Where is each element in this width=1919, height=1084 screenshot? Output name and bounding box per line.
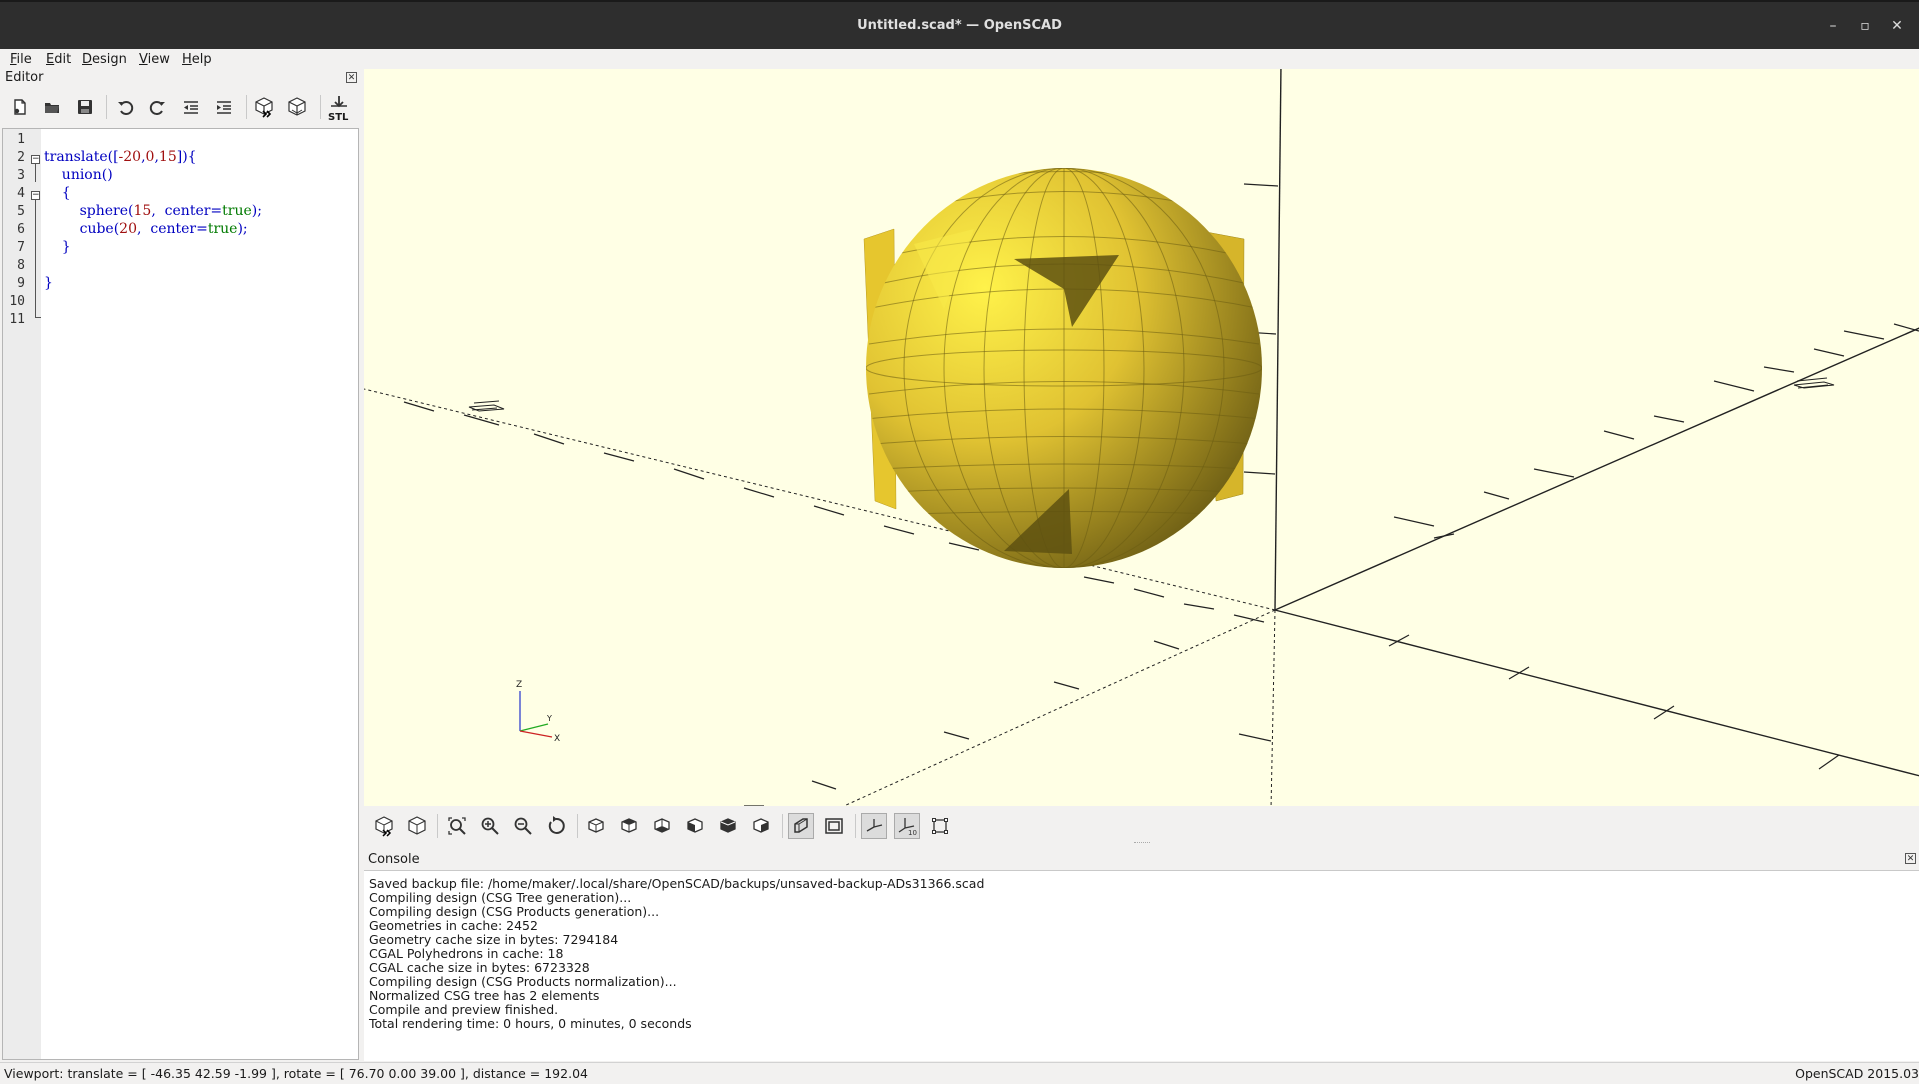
console-line: CGAL Polyhedrons in cache: 18	[369, 946, 564, 961]
line-number: 2	[17, 150, 25, 165]
console-line: Saved backup file: /home/maker/.local/sh…	[369, 876, 985, 891]
console-line: Total rendering time: 0 hours, 0 minutes…	[369, 1016, 692, 1031]
redo-icon[interactable]	[145, 94, 171, 120]
line-number: 11	[9, 312, 25, 327]
fold-marker-icon[interactable]: −	[31, 155, 40, 164]
view-bottom-icon[interactable]	[649, 813, 675, 839]
line-number: 9	[17, 276, 25, 291]
indent-icon[interactable]	[211, 94, 237, 120]
render-icon[interactable]	[284, 94, 310, 120]
viewport-toolbar: 10	[364, 806, 1919, 846]
view-right-icon[interactable]	[583, 813, 609, 839]
view-left-icon[interactable]	[682, 813, 708, 839]
view-back-icon[interactable]	[748, 813, 774, 839]
version-label: OpenSCAD 2015.03	[1795, 1066, 1919, 1081]
menu-help[interactable]: Help	[182, 52, 212, 67]
fold-marker-icon[interactable]: −	[31, 191, 40, 200]
code-editor[interactable]: 1 2 3 4 5 6 7 8 9 10 11 − − translate([-…	[2, 128, 359, 1060]
console-line: Compiling design (CSG Products normaliza…	[369, 974, 677, 989]
axes-gizmo-icon: Z Y X	[516, 680, 560, 744]
line-number: 8	[17, 258, 25, 273]
unindent-icon[interactable]	[178, 94, 204, 120]
undo-icon[interactable]	[112, 94, 138, 120]
show-scale-icon[interactable]: 10	[894, 813, 920, 839]
line-number: 6	[17, 222, 25, 237]
preview-icon[interactable]	[251, 94, 277, 120]
editor-title: Editor	[5, 70, 44, 85]
line-number: 5	[17, 204, 25, 219]
window-title: Untitled.scad* — OpenSCAD	[857, 18, 1062, 33]
editor-panel: Editor ✕ STL 1 2 3 4 5 6 7 8 9 10 11 − −…	[0, 69, 360, 1062]
view-top-icon[interactable]	[616, 813, 642, 839]
axis-label-y: Y	[546, 714, 552, 723]
menu-design[interactable]: Design	[82, 52, 127, 67]
menu-view[interactable]: View	[139, 52, 170, 67]
code-line: }	[44, 239, 71, 255]
view-all-icon[interactable]	[444, 813, 470, 839]
open-file-icon[interactable]	[39, 94, 65, 120]
splitter-handle[interactable]	[1134, 842, 1150, 845]
code-line: }	[44, 275, 53, 291]
console-panel: Console ✕ Saved backup file: /home/maker…	[364, 846, 1919, 1062]
console-line: Normalized CSG tree has 2 elements	[369, 988, 600, 1003]
status-bar: Viewport: translate = [ -46.35 42.59 -1.…	[0, 1062, 1919, 1084]
menu-bar: File Edit Design View Help	[0, 49, 1919, 71]
stl-label: STL	[328, 112, 349, 123]
menu-file[interactable]: File	[10, 52, 32, 67]
zoom-in-icon[interactable]	[477, 813, 503, 839]
line-number: 4	[17, 186, 25, 201]
zoom-out-icon[interactable]	[510, 813, 536, 839]
console-line: Compiling design (CSG Tree generation)..…	[369, 890, 632, 905]
minimize-button[interactable]: –	[1824, 17, 1842, 35]
code-line: {	[44, 185, 71, 201]
show-edges-icon[interactable]	[927, 813, 953, 839]
render-icon[interactable]	[404, 813, 430, 839]
console-line: Geometries in cache: 2452	[369, 918, 538, 933]
console-output[interactable]: Saved backup file: /home/maker/.local/sh…	[364, 870, 1919, 1061]
console-line: CGAL cache size in bytes: 6723328	[369, 960, 590, 975]
close-button[interactable]: ✕	[1888, 17, 1906, 35]
editor-close-icon[interactable]: ✕	[346, 72, 357, 83]
line-number: 3	[17, 168, 25, 183]
menu-edit[interactable]: Edit	[46, 52, 71, 67]
line-number: 1	[17, 132, 25, 147]
svg-text:10: 10	[908, 829, 917, 836]
console-line: Compile and preview finished.	[369, 1002, 559, 1017]
view-front-icon[interactable]	[715, 813, 741, 839]
orthogonal-icon[interactable]	[821, 813, 847, 839]
maximize-button[interactable]: ▫	[1856, 17, 1874, 35]
code-line: translate([-20,0,15]){	[44, 149, 197, 165]
code-line: sphere(15, center=true);	[44, 203, 262, 219]
console-close-icon[interactable]: ✕	[1905, 853, 1916, 864]
console-title: Console	[368, 852, 420, 867]
line-number: 7	[17, 240, 25, 255]
show-axes-icon[interactable]	[861, 813, 887, 839]
reset-view-icon[interactable]	[543, 813, 569, 839]
sphere-shape	[866, 168, 1262, 568]
window-titlebar: Untitled.scad* — OpenSCAD – ▫ ✕	[0, 0, 1919, 51]
console-line: Compiling design (CSG Products generatio…	[369, 904, 660, 919]
viewport-status: Viewport: translate = [ -46.35 42.59 -1.…	[4, 1066, 588, 1081]
3d-viewport[interactable]: Z Y X	[364, 69, 1919, 806]
code-line: cube(20, center=true);	[44, 221, 248, 237]
preview-icon[interactable]	[371, 813, 397, 839]
code-line: union()	[44, 167, 113, 183]
perspective-icon[interactable]	[788, 813, 814, 839]
save-file-icon[interactable]	[72, 94, 98, 120]
console-line: Geometry cache size in bytes: 7294184	[369, 932, 619, 947]
axis-label-z: Z	[516, 680, 522, 690]
new-file-icon[interactable]	[7, 94, 33, 120]
axis-label-x: X	[554, 734, 560, 744]
line-number: 10	[9, 294, 25, 309]
